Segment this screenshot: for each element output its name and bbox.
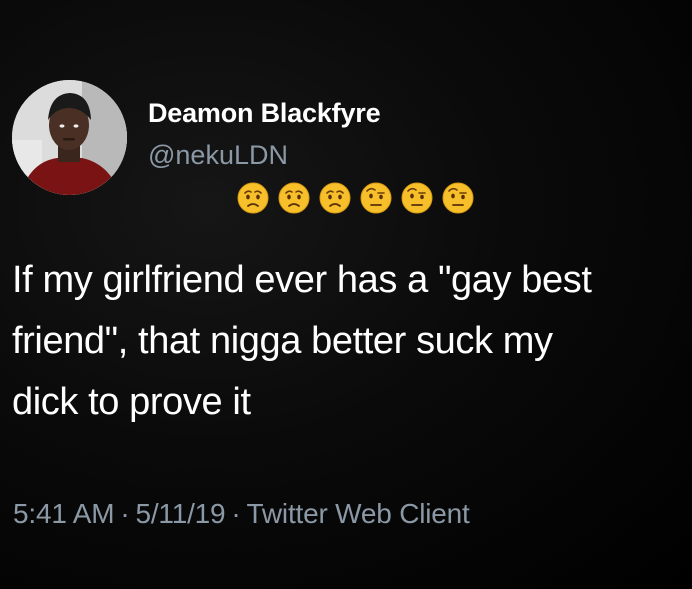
tweet-text: If my girlfriend ever has a "gay best fr… [12, 259, 592, 423]
raised-eyebrow-face-icon [360, 182, 392, 214]
separator: · [231, 498, 241, 529]
tweet-client[interactable]: Twitter Web Client [247, 498, 470, 529]
worried-face-icon [278, 182, 310, 214]
separator: · [120, 498, 130, 529]
profile-photo [12, 80, 127, 195]
worried-face-icon [319, 182, 351, 214]
raised-eyebrow-face-icon [442, 182, 474, 214]
emoji-row [237, 182, 474, 214]
tweet-time[interactable]: 5:41 AM [13, 498, 115, 529]
raised-eyebrow-face-icon [401, 182, 433, 214]
tweet-metadata: 5:41 AM · 5/11/19 · Twitter Web Client [13, 498, 470, 530]
tweet-date[interactable]: 5/11/19 [135, 498, 225, 529]
avatar[interactable] [12, 80, 127, 195]
tweet-card: Deamon Blackfyre @nekuLDN If my girlfrie… [0, 0, 692, 589]
user-handle[interactable]: @nekuLDN [148, 140, 288, 171]
worried-face-icon [237, 182, 269, 214]
display-name[interactable]: Deamon Blackfyre [148, 98, 381, 129]
